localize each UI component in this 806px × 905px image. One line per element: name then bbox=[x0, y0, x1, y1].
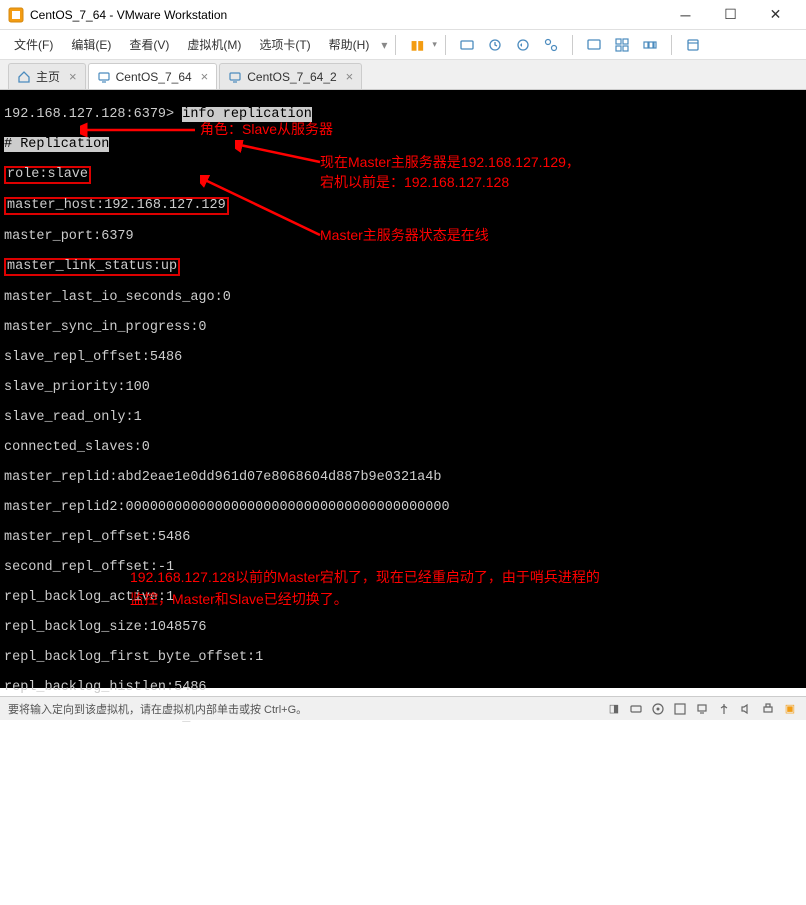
master-host-line: master_host:192.168.127.129 bbox=[4, 197, 229, 215]
menubar: 文件(F) 编辑(E) 查看(V) 虚拟机(M) 选项卡(T) 帮助(H) ▾ … bbox=[0, 30, 806, 60]
vm-icon bbox=[228, 70, 242, 84]
separator bbox=[572, 35, 573, 55]
vmware-icon bbox=[8, 7, 24, 23]
send-ctrl-alt-del-button[interactable] bbox=[456, 34, 478, 56]
master-link-line: master_link_status:up bbox=[4, 258, 180, 276]
tab-label: CentOS_7_64 bbox=[116, 70, 192, 84]
unity-button[interactable] bbox=[611, 34, 633, 56]
menu-vm[interactable]: 虚拟机(M) bbox=[179, 32, 249, 57]
term-line: repl_backlog_histlen:5486 bbox=[4, 680, 802, 695]
window-titlebar: CentOS_7_64 - VMware Workstation ─ ☐ ✕ bbox=[0, 0, 806, 30]
cd-icon[interactable] bbox=[650, 701, 666, 717]
separator bbox=[445, 35, 446, 55]
snapshot-revert-button[interactable] bbox=[512, 34, 534, 56]
separator bbox=[671, 35, 672, 55]
library-button[interactable] bbox=[682, 34, 704, 56]
replication-heading: # Replication bbox=[4, 137, 109, 152]
maximize-button[interactable]: ☐ bbox=[708, 1, 753, 29]
term-line: repl_backlog_size:1048576 bbox=[4, 620, 802, 635]
minimize-button[interactable]: ─ bbox=[663, 1, 708, 29]
menu-file[interactable]: 文件(F) bbox=[6, 32, 61, 57]
statusbar: 要将输入定向到该虚拟机，请在虚拟机内部单击或按 Ctrl+G。 ◨ ▣ bbox=[0, 696, 806, 720]
input-icon[interactable]: ◨ bbox=[606, 701, 622, 717]
window-title: CentOS_7_64 - VMware Workstation bbox=[30, 8, 663, 22]
annotation-master: 现在Master主服务器是192.168.127.129， 宕机以前是：192.… bbox=[320, 152, 640, 192]
term-line: master_repl_offset:5486 bbox=[4, 530, 802, 545]
term-line: master_replid:abd2eae1e0dd961d07e8068604… bbox=[4, 470, 802, 485]
fullscreen-button[interactable] bbox=[583, 34, 605, 56]
tabbar: 主页 × CentOS_7_64 × CentOS_7_64_2 × bbox=[0, 60, 806, 90]
prompt: 192.168.127.128:6379> bbox=[4, 107, 182, 122]
term-line: slave_read_only:1 bbox=[4, 410, 802, 425]
separator bbox=[395, 35, 396, 55]
menu-edit[interactable]: 编辑(E) bbox=[63, 32, 119, 57]
terminal-view[interactable]: 192.168.127.128:6379> info replication #… bbox=[0, 90, 806, 688]
tab-close-icon[interactable]: × bbox=[346, 69, 354, 84]
term-line: master_last_io_seconds_ago:0 bbox=[4, 290, 802, 305]
pause-button[interactable]: ▮▮ bbox=[406, 34, 428, 56]
menu-dropdown-icon[interactable]: ▾ bbox=[381, 38, 387, 52]
annotation-summary: 192.168.127.128以前的Master宕机了，现在已经重启动了，由于哨… bbox=[130, 566, 690, 610]
tab-close-icon[interactable]: × bbox=[201, 69, 209, 84]
term-line: connected_slaves:0 bbox=[4, 440, 802, 455]
sound-icon[interactable] bbox=[738, 701, 754, 717]
term-line: master_sync_in_progress:0 bbox=[4, 320, 802, 335]
snapshot-manager-button[interactable] bbox=[540, 34, 562, 56]
annotation-status: Master主服务器状态是在线 bbox=[320, 228, 489, 243]
annotation-role: 角色：Slave从服务器 bbox=[200, 122, 333, 137]
tab-close-icon[interactable]: × bbox=[69, 69, 77, 84]
command: info replication bbox=[182, 107, 312, 122]
menu-tabs[interactable]: 选项卡(T) bbox=[251, 32, 318, 57]
menu-help[interactable]: 帮助(H) bbox=[321, 32, 378, 57]
term-line: repl_backlog_first_byte_offset:1 bbox=[4, 650, 802, 665]
hdd-icon[interactable] bbox=[628, 701, 644, 717]
term-line: slave_priority:100 bbox=[4, 380, 802, 395]
thumbnail-button[interactable] bbox=[639, 34, 661, 56]
term-line: master_replid2:0000000000000000000000000… bbox=[4, 500, 802, 515]
home-icon bbox=[17, 70, 31, 84]
floppy-icon[interactable] bbox=[672, 701, 688, 717]
snapshot-button[interactable] bbox=[484, 34, 506, 56]
tab-label: CentOS_7_64_2 bbox=[247, 70, 336, 84]
usb-icon[interactable] bbox=[716, 701, 732, 717]
tab-centos2[interactable]: CentOS_7_64_2 × bbox=[219, 63, 362, 89]
tab-centos1[interactable]: CentOS_7_64 × bbox=[88, 63, 218, 89]
role-line: role:slave bbox=[4, 166, 91, 184]
window-controls: ─ ☐ ✕ bbox=[663, 1, 798, 29]
status-icons: ◨ ▣ bbox=[606, 701, 798, 717]
close-button[interactable]: ✕ bbox=[753, 1, 798, 29]
message-icon[interactable]: ▣ bbox=[782, 701, 798, 717]
tab-label: 主页 bbox=[36, 68, 60, 85]
tab-home[interactable]: 主页 × bbox=[8, 63, 86, 89]
vm-icon bbox=[97, 70, 111, 84]
printer-icon[interactable] bbox=[760, 701, 776, 717]
menu-view[interactable]: 查看(V) bbox=[121, 32, 177, 57]
network-icon[interactable] bbox=[694, 701, 710, 717]
term-line: slave_repl_offset:5486 bbox=[4, 350, 802, 365]
dropdown-icon[interactable]: ▾ bbox=[432, 39, 437, 50]
status-text: 要将输入定向到该虚拟机，请在虚拟机内部单击或按 Ctrl+G。 bbox=[8, 701, 307, 717]
